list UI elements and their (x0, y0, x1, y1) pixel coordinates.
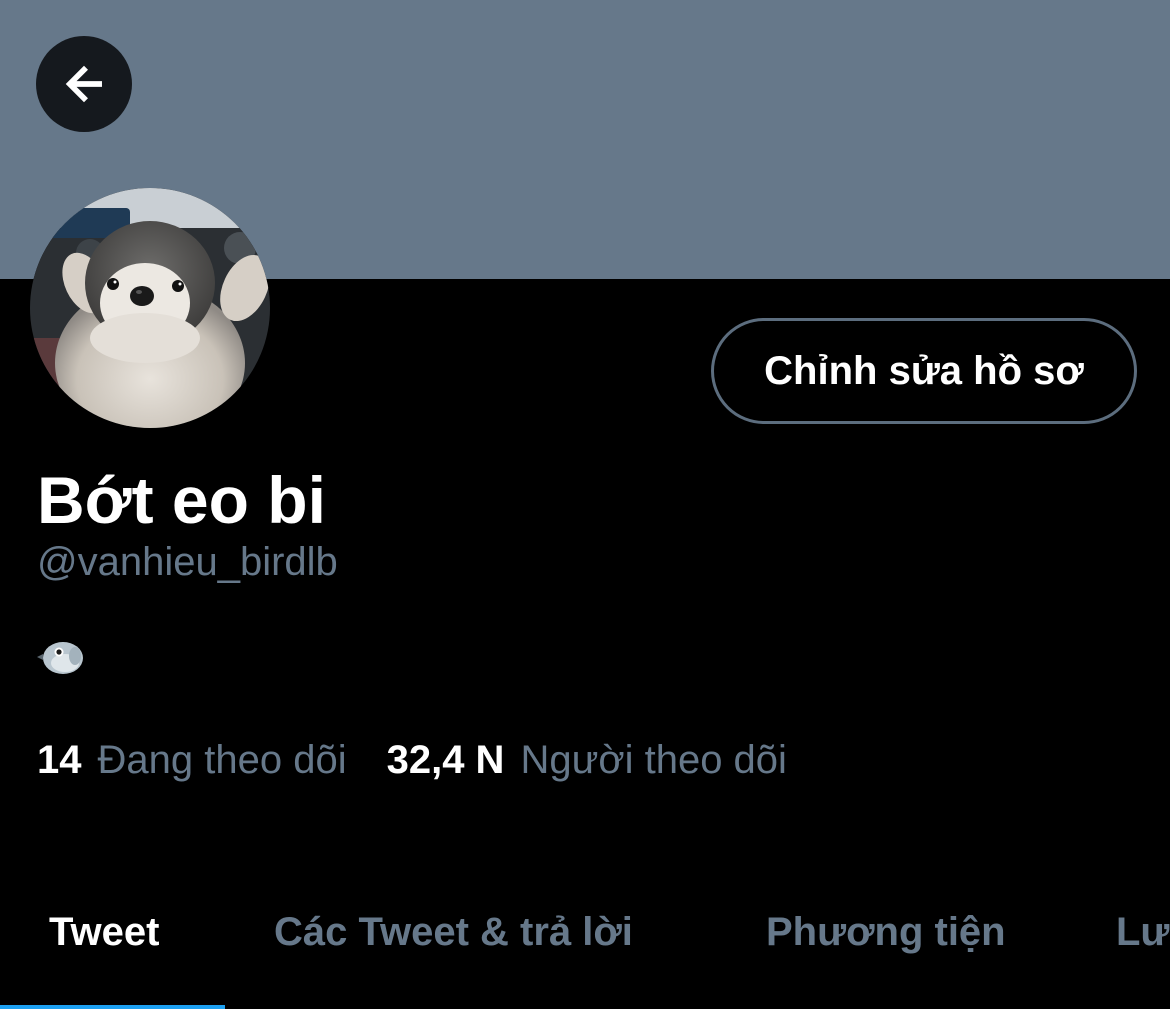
followers-stat[interactable]: 32,4 N Người theo dõi (387, 738, 787, 783)
following-count: 14 (37, 738, 82, 782)
avatar[interactable] (30, 188, 270, 428)
bird-emoji-icon (37, 636, 85, 676)
arrow-left-icon (65, 65, 102, 103)
follow-stats: 14 Đang theo dõi 32,4 N Người theo dõi (37, 738, 787, 788)
edit-profile-button[interactable]: Chỉnh sửa hồ sơ (711, 318, 1137, 424)
tab-likes[interactable]: Lượt thích (1116, 910, 1170, 955)
following-stat[interactable]: 14 Đang theo dõi (37, 738, 347, 783)
following-label: Đang theo dõi (97, 738, 347, 782)
profile-tabs: Tweet Các Tweet & trả lời Phương tiện Lư… (0, 880, 1170, 1009)
user-handle: @vanhieu_birdlb (37, 540, 338, 584)
tab-tweets[interactable]: Tweet (49, 910, 159, 955)
display-name: Bớt eo bi (37, 463, 326, 537)
followers-count: 32,4 N (386, 738, 505, 782)
profile-page: Chỉnh sửa hồ sơ Bớt eo bi @vanhieu_birdl… (0, 0, 1170, 1009)
penguin-avatar-image (30, 188, 270, 428)
followers-label: Người theo dõi (520, 738, 787, 782)
back-button[interactable] (36, 36, 132, 132)
tab-tweets-and-replies[interactable]: Các Tweet & trả lời (274, 910, 633, 955)
tab-media[interactable]: Phương tiện (766, 910, 1006, 955)
active-tab-indicator (0, 1005, 225, 1009)
